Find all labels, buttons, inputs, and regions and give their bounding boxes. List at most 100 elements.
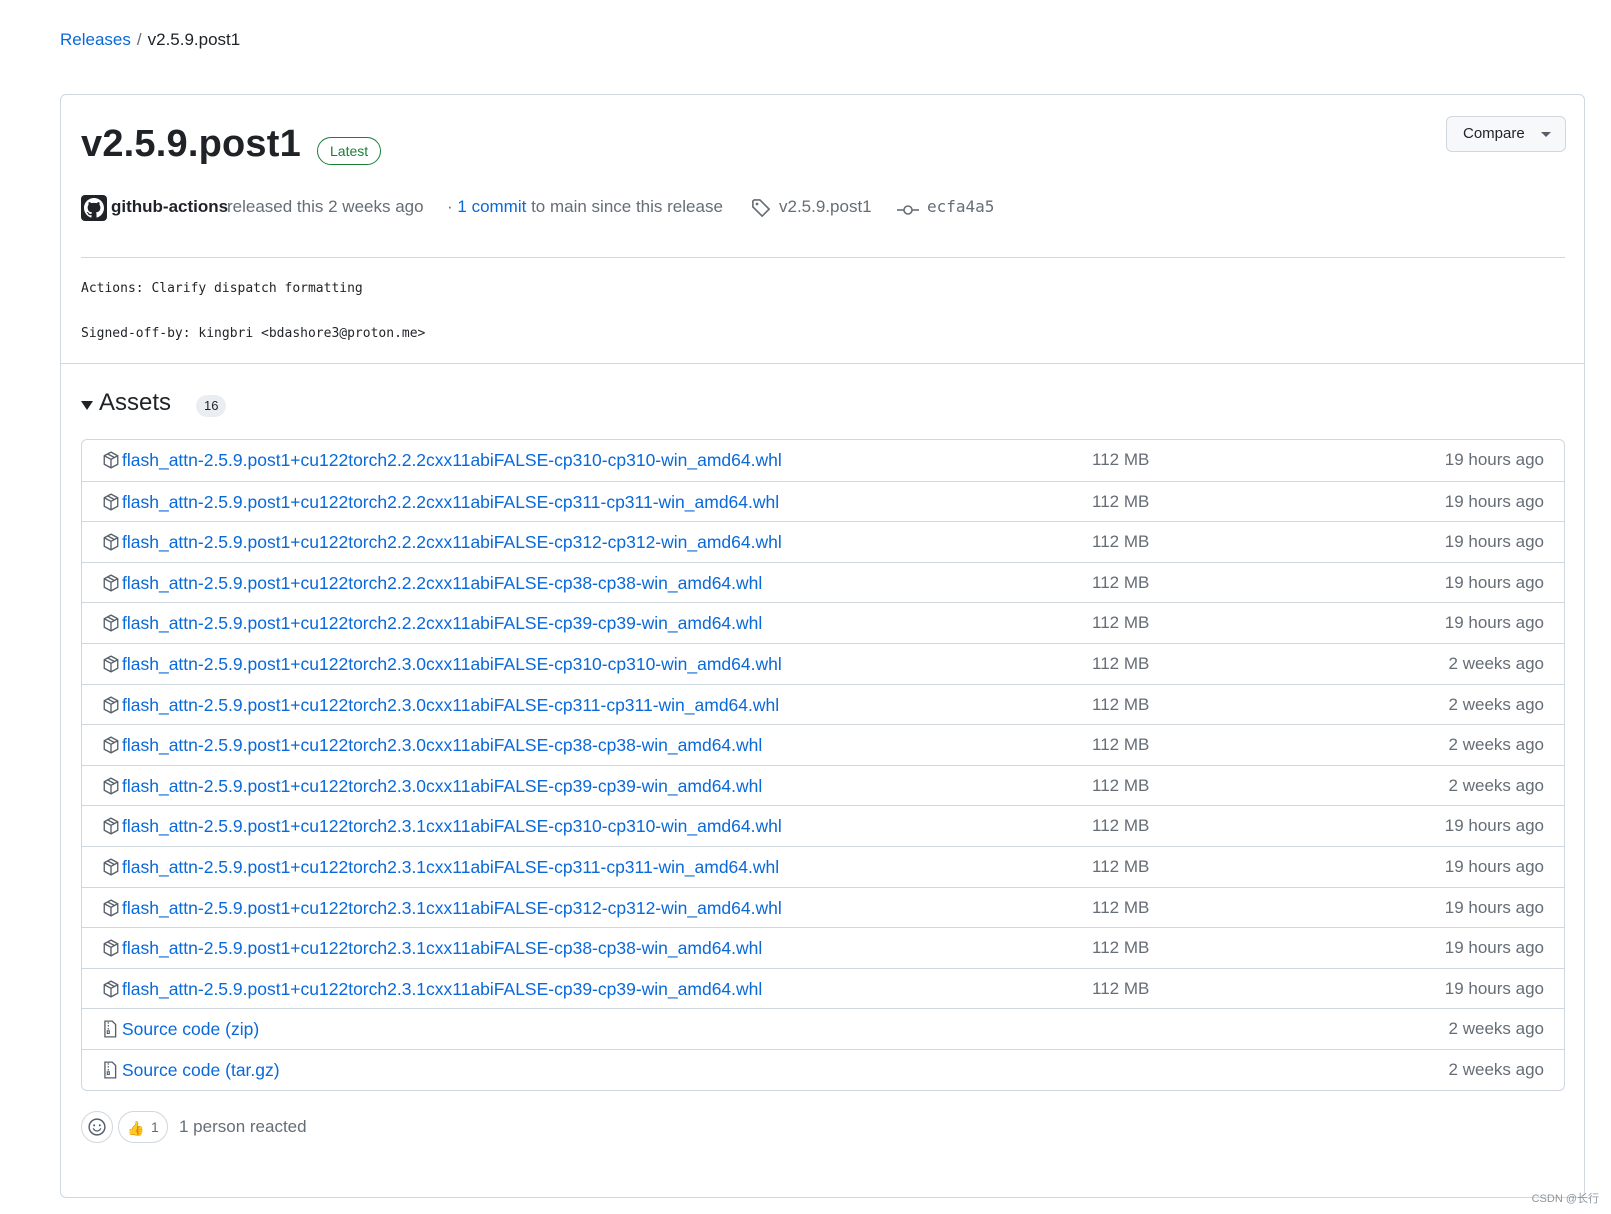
asset-name: flash_attn-2.5.9.post1+cu122torch2.3.0cx… xyxy=(122,735,763,756)
asset-download-link[interactable]: flash_attn-2.5.9.post1+cu122torch2.2.2cx… xyxy=(122,492,779,513)
asset-download-link[interactable]: Source code (tar.gz) xyxy=(122,1060,280,1081)
thumbs-up-reaction-button[interactable]: 👍 1 xyxy=(118,1111,168,1143)
asset-size: 112 MB xyxy=(1092,897,1150,917)
asset-time: 2 weeks ago xyxy=(1448,653,1544,673)
package-icon xyxy=(102,451,120,474)
asset-time: 19 hours ago xyxy=(1444,816,1544,836)
file-zip-icon xyxy=(102,1061,118,1084)
commit-prefix: · xyxy=(447,197,458,216)
release-note-line: Actions: Clarify dispatch formatting xyxy=(81,281,363,296)
asset-row: flash_attn-2.5.9.post1+cu122torch2.3.0cx… xyxy=(82,642,1564,684)
asset-download-link[interactable]: flash_attn-2.5.9.post1+cu122torch2.3.1cx… xyxy=(122,816,782,837)
asset-name: flash_attn-2.5.9.post1+cu122torch2.3.0cx… xyxy=(122,775,763,796)
asset-name: flash_attn-2.5.9.post1+cu122torch2.2.2cx… xyxy=(122,613,763,634)
asset-time: 19 hours ago xyxy=(1444,572,1544,592)
asset-download-link[interactable]: flash_attn-2.5.9.post1+cu122torch2.3.0cx… xyxy=(122,654,782,675)
avatar[interactable] xyxy=(81,195,107,221)
package-icon xyxy=(102,614,120,637)
asset-download-link[interactable]: flash_attn-2.5.9.post1+cu122torch2.2.2cx… xyxy=(122,613,762,634)
package-icon xyxy=(102,898,120,922)
asset-download-link[interactable]: flash_attn-2.5.9.post1+cu122torch2.3.0cx… xyxy=(122,695,779,716)
asset-download-link[interactable]: flash_attn-2.5.9.post1+cu122torch2.3.0cx… xyxy=(122,735,762,756)
asset-download-link[interactable]: flash_attn-2.5.9.post1+cu122torch2.2.2cx… xyxy=(122,573,762,594)
asset-row: flash_attn-2.5.9.post1+cu122torch2.3.0cx… xyxy=(82,764,1564,806)
asset-row: Source code (zip) 2 weeks ago xyxy=(82,1008,1564,1049)
breadcrumb-current: v2.5.9.post1 xyxy=(147,30,241,49)
asset-download-link[interactable]: flash_attn-2.5.9.post1+cu122torch2.3.1cx… xyxy=(122,898,782,919)
asset-name: flash_attn-2.5.9.post1+cu122torch2.3.1cx… xyxy=(122,897,782,918)
release-title[interactable]: v2.5.9.post1 xyxy=(81,123,301,166)
breadcrumb-releases-link[interactable]: Releases xyxy=(60,30,131,49)
smiley-icon xyxy=(88,1118,106,1136)
package-icon xyxy=(102,493,120,516)
header-divider xyxy=(81,257,1565,258)
asset-row: flash_attn-2.5.9.post1+cu122torch2.2.2cx… xyxy=(82,602,1564,643)
asset-row: flash_attn-2.5.9.post1+cu122torch2.3.1cx… xyxy=(82,967,1564,1009)
package-icon xyxy=(102,777,120,800)
asset-row: flash_attn-2.5.9.post1+cu122torch2.2.2cx… xyxy=(82,480,1564,522)
package-icon xyxy=(102,817,120,840)
asset-size: 112 MB xyxy=(1092,450,1150,469)
add-reaction-button[interactable] xyxy=(81,1111,113,1143)
package-icon xyxy=(102,696,120,719)
commit-count-link[interactable]: 1 commit xyxy=(457,197,526,216)
release-note-line: Signed-off-by: kingbri <bdashore3@proton… xyxy=(81,326,426,341)
asset-name: flash_attn-2.5.9.post1+cu122torch2.3.1cx… xyxy=(122,978,763,999)
asset-size: 112 MB xyxy=(1092,735,1150,755)
asset-name: Source code xyxy=(122,1059,221,1080)
asset-name: Source code xyxy=(122,1019,221,1040)
triangle-down-icon xyxy=(81,401,93,410)
asset-row: flash_attn-2.5.9.post1+cu122torch2.2.2cx… xyxy=(82,561,1564,603)
asset-size: 112 MB xyxy=(1092,491,1150,511)
package-icon xyxy=(102,980,120,1003)
asset-time: 2 weeks ago xyxy=(1448,775,1544,795)
compare-button[interactable]: Compare xyxy=(1446,116,1566,152)
asset-row: flash_attn-2.5.9.post1+cu122torch2.3.1cx… xyxy=(82,886,1564,928)
asset-row: flash_attn-2.5.9.post1+cu122torch2.3.1cx… xyxy=(82,845,1564,887)
asset-size: 112 MB xyxy=(1092,572,1150,592)
asset-row: flash_attn-2.5.9.post1+cu122torch2.3.1cx… xyxy=(82,805,1564,846)
asset-row: flash_attn-2.5.9.post1+cu122torch2.3.1cx… xyxy=(82,927,1564,968)
watermark: CSDN @长行 xyxy=(1531,1193,1599,1205)
asset-time: 19 hours ago xyxy=(1444,491,1544,511)
asset-size: 112 MB xyxy=(1092,532,1150,552)
asset-name: flash_attn-2.5.9.post1+cu122torch2.3.1cx… xyxy=(122,856,780,877)
asset-size: 112 MB xyxy=(1092,856,1150,876)
reactions-summary: 1 person reacted xyxy=(179,1117,307,1136)
assets-count-badge: 16 xyxy=(196,395,227,417)
chevron-down-icon xyxy=(1541,132,1551,137)
released-text: released this 2 weeks ago xyxy=(227,197,424,216)
asset-row: flash_attn-2.5.9.post1+cu122torch2.2.2cx… xyxy=(82,521,1564,562)
asset-time: 19 hours ago xyxy=(1444,897,1544,917)
commit-sha-link[interactable]: ecfa4a5 xyxy=(927,195,994,219)
github-mark-icon xyxy=(84,198,104,218)
asset-size: 112 MB xyxy=(1092,938,1150,958)
tag-link[interactable]: v2.5.9.post1 xyxy=(779,195,872,219)
assets-title: Assets xyxy=(99,389,172,416)
asset-time: 19 hours ago xyxy=(1444,450,1544,469)
asset-row: flash_attn-2.5.9.post1+cu122torch2.3.0cx… xyxy=(82,683,1564,725)
asset-size: 112 MB xyxy=(1092,613,1150,633)
asset-download-link[interactable]: flash_attn-2.5.9.post1+cu122torch2.2.2cx… xyxy=(122,450,782,471)
asset-time: 19 hours ago xyxy=(1444,938,1544,958)
asset-name: flash_attn-2.5.9.post1+cu122torch2.2.2cx… xyxy=(122,572,763,593)
asset-time: 19 hours ago xyxy=(1444,856,1544,876)
asset-time: 2 weeks ago xyxy=(1448,735,1544,755)
asset-download-link[interactable]: Source code (zip) xyxy=(122,1019,259,1040)
asset-download-link[interactable]: flash_attn-2.5.9.post1+cu122torch2.3.1cx… xyxy=(122,857,779,878)
asset-download-link[interactable]: flash_attn-2.5.9.post1+cu122torch2.2.2cx… xyxy=(122,532,782,553)
asset-format: (zip) xyxy=(220,1019,260,1040)
asset-download-link[interactable]: flash_attn-2.5.9.post1+cu122torch2.3.0cx… xyxy=(122,776,762,797)
asset-size: 112 MB xyxy=(1092,694,1150,714)
asset-row: Source code (tar.gz) 2 weeks ago xyxy=(82,1048,1564,1090)
asset-size: 112 MB xyxy=(1092,775,1150,795)
author-link[interactable]: github-actions xyxy=(111,195,228,219)
asset-download-link[interactable]: flash_attn-2.5.9.post1+cu122torch2.3.1cx… xyxy=(122,938,762,959)
asset-time: 2 weeks ago xyxy=(1448,694,1544,714)
asset-row: flash_attn-2.5.9.post1+cu122torch2.3.0cx… xyxy=(82,724,1564,765)
asset-name: flash_attn-2.5.9.post1+cu122torch2.3.1cx… xyxy=(122,938,763,959)
asset-download-link[interactable]: flash_attn-2.5.9.post1+cu122torch2.3.1cx… xyxy=(122,979,762,1000)
asset-size: 112 MB xyxy=(1092,978,1150,998)
package-icon xyxy=(102,655,120,678)
asset-time: 2 weeks ago xyxy=(1448,1019,1544,1039)
